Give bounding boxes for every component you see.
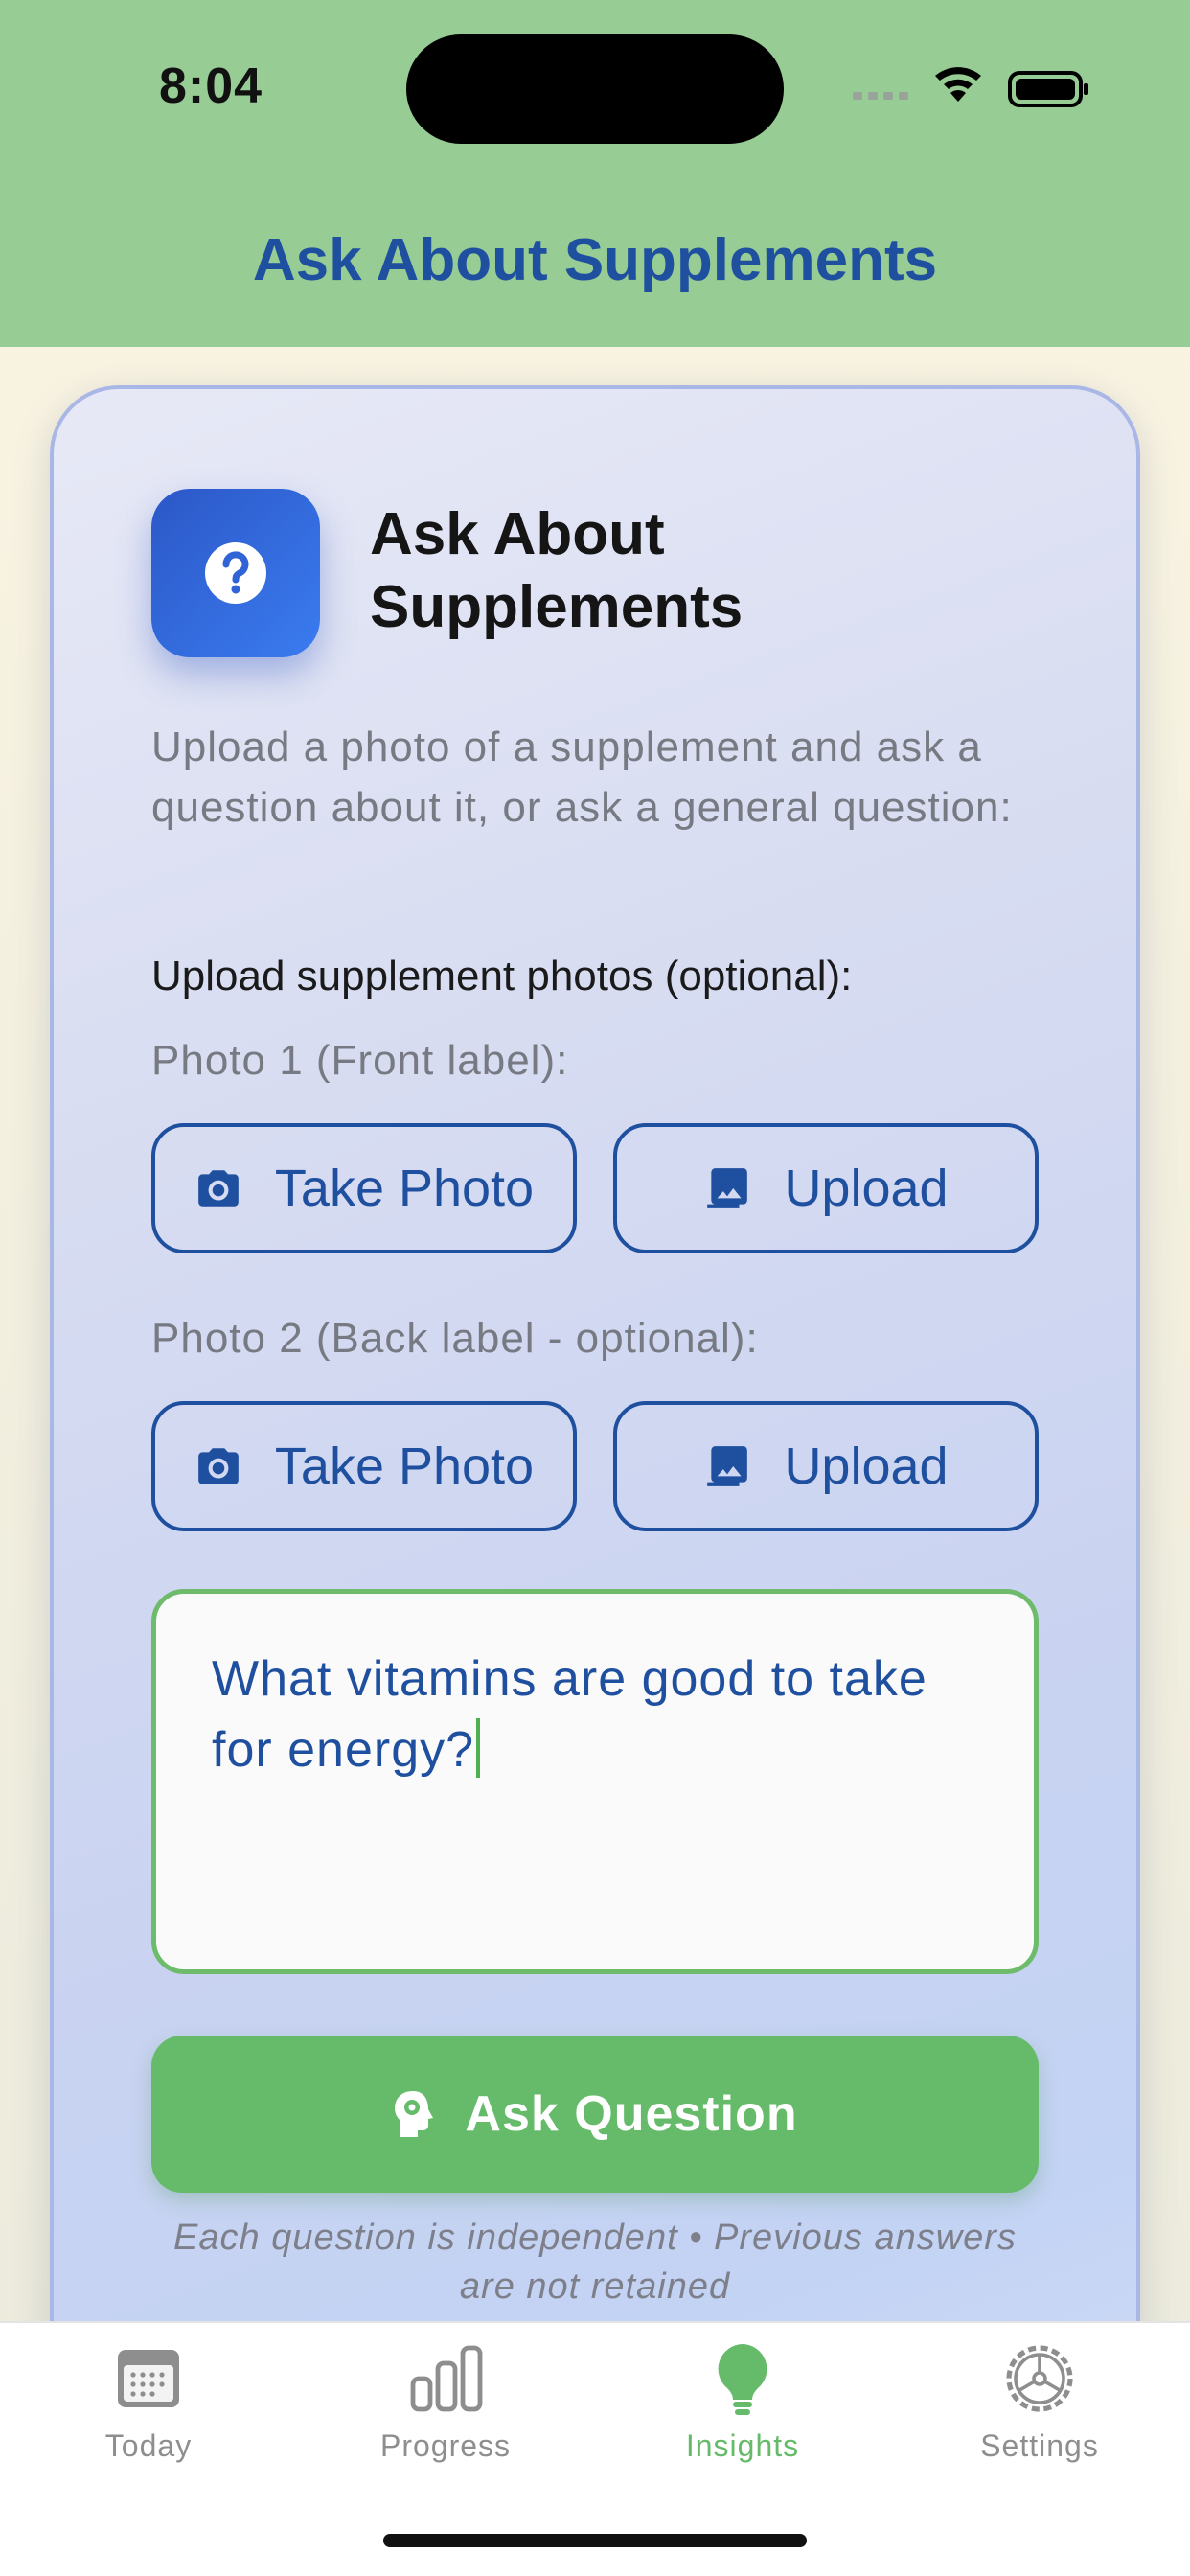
- bar-chart-icon: [410, 2345, 483, 2412]
- photo-1-take-photo-button[interactable]: Take Photo: [151, 1123, 577, 1254]
- app-screen: 8:04 Ask About Supplements Ask About Sup…: [0, 0, 1190, 2576]
- header-bar: 8:04 Ask About Supplements: [0, 0, 1190, 347]
- dynamic-island: [406, 34, 784, 144]
- tab-insights-label: Insights: [685, 2428, 800, 2463]
- status-time: 8:04: [159, 58, 263, 114]
- photo-1-upload-button[interactable]: Upload: [613, 1123, 1039, 1254]
- tab-insights[interactable]: Insights: [594, 2340, 891, 2494]
- camera-icon: [198, 1170, 239, 1207]
- ask-question-button[interactable]: Ask Question: [151, 2036, 1039, 2193]
- upload-label: Upload: [784, 1438, 949, 1495]
- disclaimer-text: Each question is independent • Previous …: [173, 2218, 1017, 2307]
- take-photo-label: Take Photo: [274, 1160, 535, 1217]
- tab-today-label: Today: [104, 2428, 193, 2463]
- tab-settings[interactable]: Settings: [891, 2340, 1188, 2494]
- tab-settings-label: Settings: [980, 2428, 1099, 2463]
- photo-1-label: Photo 1 (Front label):: [151, 1037, 569, 1084]
- gallery-icon: [707, 1168, 748, 1208]
- lightbulb-icon: [718, 2344, 767, 2415]
- card-title: Ask About Supplements: [370, 501, 744, 640]
- calendar-icon: [118, 2350, 179, 2407]
- question-icon: [151, 489, 320, 657]
- tab-today[interactable]: Today: [0, 2340, 297, 2494]
- gear-icon: [1006, 2345, 1073, 2412]
- signal-icon: [853, 92, 908, 100]
- question-text: What vitamins are good to take for energ…: [212, 1651, 927, 1778]
- tab-progress-label: Progress: [379, 2428, 512, 2463]
- battery-icon: [1008, 71, 1088, 107]
- question-input[interactable]: What vitamins are good to take for energ…: [151, 1589, 1039, 1974]
- text-caret: [476, 1718, 481, 1778]
- card-intro: Upload a photo of a supplement and ask a…: [151, 724, 1013, 831]
- page-title: Ask About Supplements: [252, 227, 938, 293]
- home-indicator: [383, 2534, 807, 2547]
- upload-label: Upload: [784, 1160, 949, 1217]
- status-icons: [853, 67, 1088, 107]
- ask-question-label: Ask Question: [465, 2086, 798, 2142]
- camera-icon: [198, 1448, 239, 1484]
- photo-2-label: Photo 2 (Back label - optional):: [151, 1315, 759, 1362]
- take-photo-label: Take Photo: [274, 1438, 535, 1495]
- photo-2-take-photo-button[interactable]: Take Photo: [151, 1401, 577, 1531]
- photo-2-upload-button[interactable]: Upload: [613, 1401, 1039, 1531]
- upload-section-label: Upload supplement photos (optional):: [151, 953, 853, 1000]
- brain-gear-icon: [395, 2091, 434, 2137]
- wifi-icon: [935, 67, 981, 102]
- gallery-icon: [707, 1446, 748, 1486]
- tab-progress[interactable]: Progress: [297, 2340, 594, 2494]
